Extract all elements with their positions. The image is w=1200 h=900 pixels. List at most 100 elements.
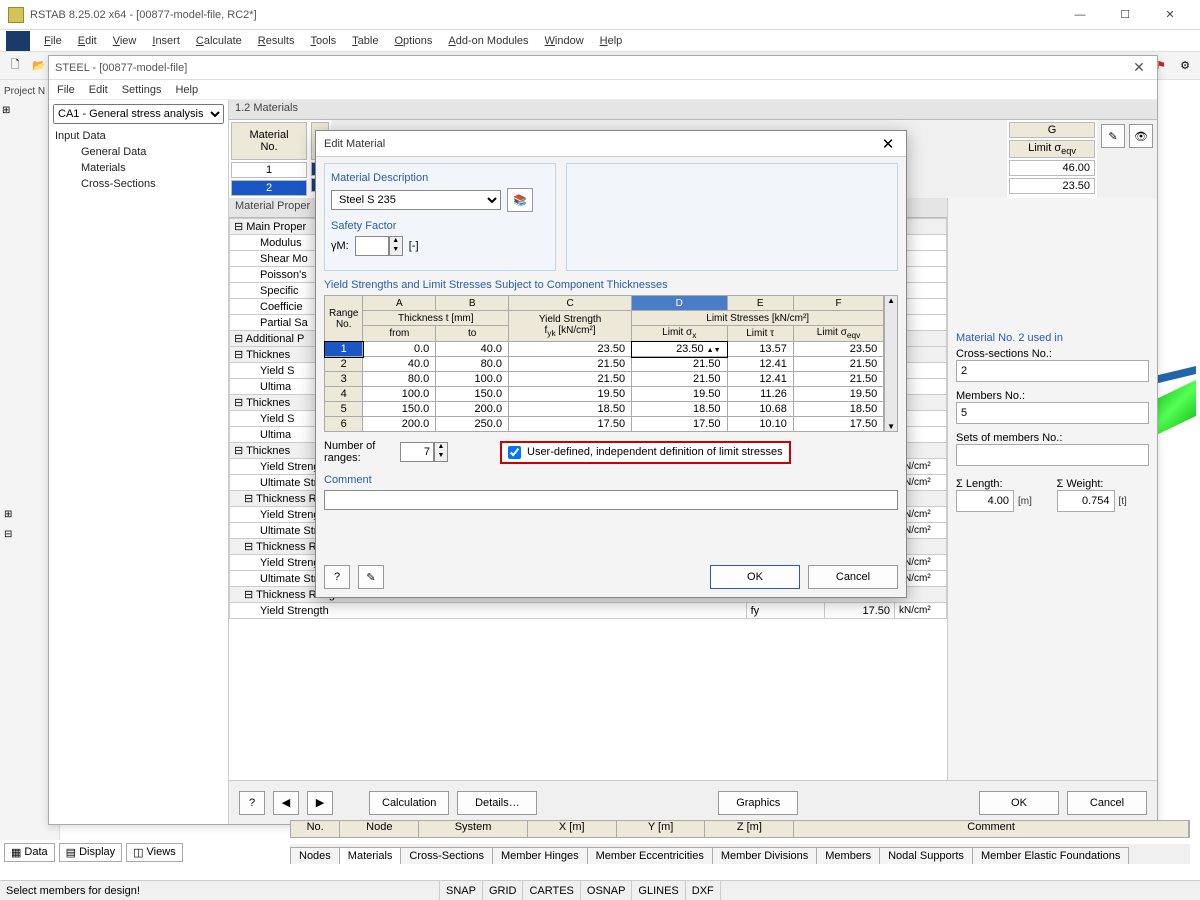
yield-fyk[interactable]: 21.50: [509, 357, 632, 372]
tree-root[interactable]: Input Data: [53, 128, 224, 144]
yield-tau[interactable]: 12.41: [727, 372, 793, 387]
prev-icon[interactable]: ◀: [273, 791, 299, 815]
tab-member-divisions[interactable]: Member Divisions: [712, 847, 817, 864]
yield-tau[interactable]: 11.26: [727, 387, 793, 402]
menu-view[interactable]: View: [105, 33, 145, 49]
yield-sigma-eqv[interactable]: 19.50: [793, 387, 883, 402]
yield-sigma-x[interactable]: 19.50: [632, 387, 727, 402]
tree-expand-icon[interactable]: ⊞: [2, 105, 10, 116]
menu-file[interactable]: File: [36, 33, 70, 49]
yield-from[interactable]: 0.0: [363, 342, 436, 357]
yield-sigma-x[interactable]: 23.50 ▲▼: [632, 342, 727, 357]
yield-sigma-eqv[interactable]: 18.50: [793, 402, 883, 417]
tree-materials[interactable]: Materials: [53, 160, 224, 176]
menu-edit[interactable]: Edit: [70, 33, 105, 49]
steel-menu-settings[interactable]: Settings: [122, 84, 162, 96]
material-desc-select[interactable]: Steel S 235: [331, 190, 501, 210]
library-icon[interactable]: 📚: [507, 188, 533, 212]
tab-materials[interactable]: Materials: [339, 847, 402, 864]
yield-row-no[interactable]: 6: [325, 417, 363, 432]
dialog-ok-button[interactable]: OK: [710, 565, 800, 589]
menu-help[interactable]: Help: [592, 33, 631, 49]
cross-sections-field[interactable]: [956, 360, 1149, 382]
tree-general-data[interactable]: General Data: [53, 144, 224, 160]
maximize-button[interactable]: ☐: [1103, 1, 1147, 29]
status-cartes[interactable]: CARTES: [523, 881, 580, 900]
steel-menu-file[interactable]: File: [57, 84, 75, 96]
yield-row-no[interactable]: 4: [325, 387, 363, 402]
user-defined-check-input[interactable]: [508, 446, 521, 459]
yield-fyk[interactable]: 23.50: [509, 342, 632, 357]
tab-member-eccentricities[interactable]: Member Eccentricities: [587, 847, 713, 864]
yield-table[interactable]: RangeNo. A B C D E F Thickness t [mm] Yi…: [324, 295, 884, 432]
menu-tools[interactable]: Tools: [302, 33, 344, 49]
yield-from[interactable]: 40.0: [363, 357, 436, 372]
status-grid[interactable]: GRID: [483, 881, 524, 900]
graphics-button[interactable]: Graphics: [718, 791, 798, 815]
sets-field[interactable]: [956, 444, 1149, 466]
steel-menu-edit[interactable]: Edit: [89, 84, 108, 96]
yield-from[interactable]: 100.0: [363, 387, 436, 402]
yield-row-no[interactable]: 5: [325, 402, 363, 417]
menu-options[interactable]: Options: [386, 33, 440, 49]
tab-cross-sections[interactable]: Cross-Sections: [400, 847, 493, 864]
yield-sigma-eqv[interactable]: 23.50: [793, 342, 883, 357]
mat-row-1-no[interactable]: 1: [231, 162, 307, 178]
yield-to[interactable]: 250.0: [436, 417, 509, 432]
case-select[interactable]: CA1 - General stress analysis of: [53, 104, 224, 124]
mat-row-2-no[interactable]: 2: [231, 180, 307, 196]
yield-to[interactable]: 40.0: [436, 342, 509, 357]
yield-fyk[interactable]: 18.50: [509, 402, 632, 417]
tab-views[interactable]: ◫Views: [126, 843, 183, 862]
yield-sigma-eqv[interactable]: 21.50: [793, 357, 883, 372]
tab-nodes[interactable]: Nodes: [290, 847, 340, 864]
yield-to[interactable]: 200.0: [436, 402, 509, 417]
tree-cross-sections[interactable]: Cross-Sections: [53, 176, 224, 192]
status-osnap[interactable]: OSNAP: [581, 881, 633, 900]
dialog-cancel-button[interactable]: Cancel: [808, 565, 898, 589]
menu-table[interactable]: Table: [344, 33, 386, 49]
yield-sigma-x[interactable]: 21.50: [632, 357, 727, 372]
dialog-edit-icon[interactable]: ✎: [358, 565, 384, 589]
yield-from[interactable]: 80.0: [363, 372, 436, 387]
yield-from[interactable]: 150.0: [363, 402, 436, 417]
yield-fyk[interactable]: 19.50: [509, 387, 632, 402]
menu-insert[interactable]: Insert: [144, 33, 188, 49]
yield-tau[interactable]: 13.57: [727, 342, 793, 357]
yield-sigma-eqv[interactable]: 21.50: [793, 372, 883, 387]
menu-calculate[interactable]: Calculate: [188, 33, 250, 49]
yield-to[interactable]: 100.0: [436, 372, 509, 387]
dialog-help-icon[interactable]: ?: [324, 565, 350, 589]
menu-add-on-modules[interactable]: Add-on Modules: [440, 33, 536, 49]
yield-sigma-eqv[interactable]: 17.50: [793, 417, 883, 432]
yield-row-no[interactable]: 1: [325, 342, 363, 357]
help-icon[interactable]: ?: [239, 791, 265, 815]
yield-row-no[interactable]: 2: [325, 357, 363, 372]
tab-display[interactable]: ▤Display: [59, 843, 122, 862]
user-defined-checkbox[interactable]: User-defined, independent definition of …: [500, 441, 791, 464]
yield-row-no[interactable]: 3: [325, 372, 363, 387]
tab-nodal-supports[interactable]: Nodal Supports: [879, 847, 973, 864]
comment-field[interactable]: [324, 490, 898, 510]
tab-member-elastic-foundations[interactable]: Member Elastic Foundations: [972, 847, 1129, 864]
details-button[interactable]: Details…: [457, 791, 537, 815]
next-icon[interactable]: ▶: [307, 791, 333, 815]
view-icon[interactable]: 👁: [1129, 124, 1153, 148]
calculation-button[interactable]: Calculation: [369, 791, 449, 815]
tab-member-hinges[interactable]: Member Hinges: [492, 847, 588, 864]
yield-scrollbar[interactable]: ▲▼: [884, 295, 898, 432]
steel-close-button[interactable]: ✕: [1127, 59, 1151, 76]
yield-tau[interactable]: 10.68: [727, 402, 793, 417]
members-field[interactable]: [956, 402, 1149, 424]
pick-icon[interactable]: ✎: [1101, 124, 1125, 148]
steel-menu-help[interactable]: Help: [175, 84, 198, 96]
yield-from[interactable]: 200.0: [363, 417, 436, 432]
close-button[interactable]: ✕: [1148, 1, 1192, 29]
tab-members[interactable]: Members: [816, 847, 880, 864]
yield-sigma-x[interactable]: 17.50: [632, 417, 727, 432]
yield-fyk[interactable]: 21.50: [509, 372, 632, 387]
open-file-icon[interactable]: 📂: [28, 55, 50, 77]
yield-fyk[interactable]: 17.50: [509, 417, 632, 432]
status-snap[interactable]: SNAP: [440, 881, 483, 900]
yield-sigma-x[interactable]: 21.50: [632, 372, 727, 387]
